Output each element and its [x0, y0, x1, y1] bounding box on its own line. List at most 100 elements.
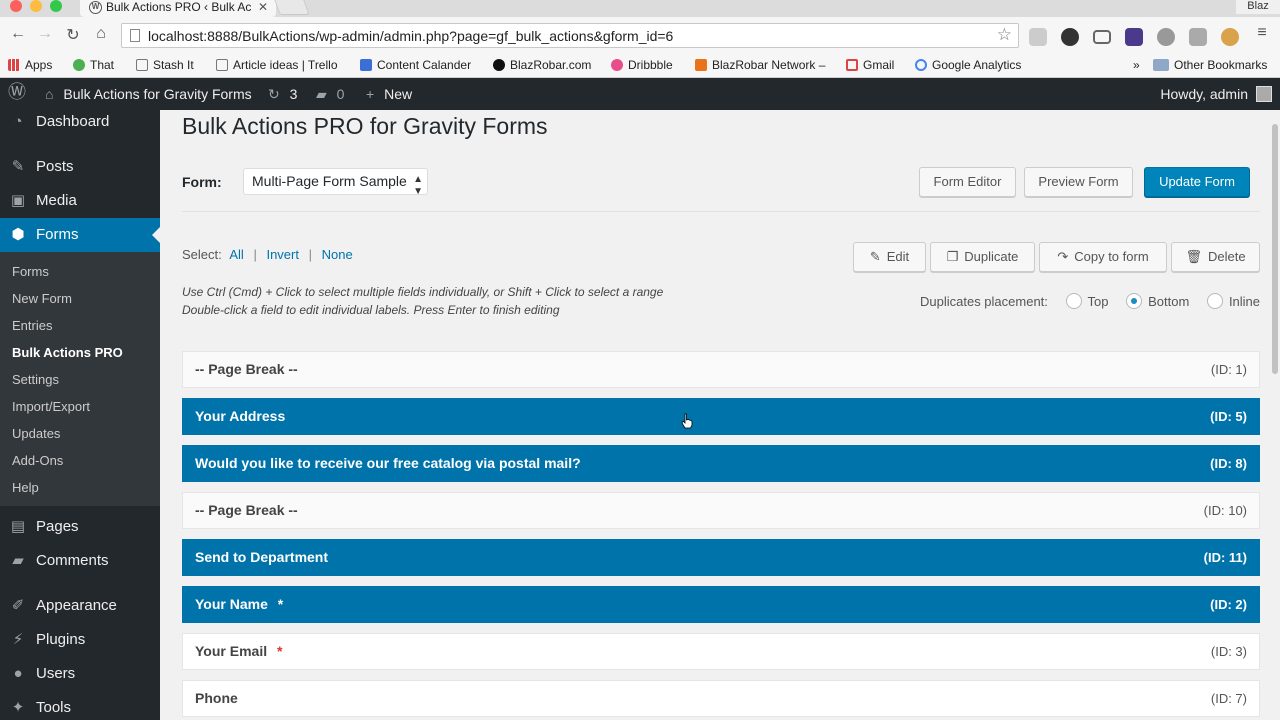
submenu-updates[interactable]: Updates — [12, 425, 60, 443]
extension-instapaper-icon[interactable] — [1029, 28, 1047, 46]
pushpin-icon: ✎ — [11, 158, 25, 175]
user-icon: ● — [13, 665, 23, 682]
extension-purple-icon[interactable] — [1125, 28, 1143, 46]
calendar-icon — [360, 59, 372, 71]
bookmark-other[interactable]: Other Bookmarks — [1153, 57, 1267, 73]
page-title: Bulk Actions PRO for Gravity Forms — [182, 113, 548, 139]
new-content-link[interactable]: + New — [366, 86, 412, 102]
folder-icon — [1153, 59, 1169, 71]
field-row-id-11[interactable]: Send to Department (ID: 11) — [182, 539, 1260, 576]
reload-icon[interactable]: ↻ — [63, 25, 83, 45]
menu-posts[interactable]: ✎ Posts — [0, 150, 160, 184]
minimize-window-icon[interactable] — [30, 0, 42, 12]
extension-bulb-icon[interactable] — [1157, 28, 1175, 46]
avatar[interactable] — [1256, 86, 1272, 102]
google-icon — [915, 59, 927, 71]
submenu-new-form[interactable]: New Form — [12, 290, 72, 308]
submenu-help[interactable]: Help — [12, 479, 39, 497]
chrome-menu-icon[interactable]: ≡ — [1252, 24, 1272, 42]
menu-forms[interactable]: ⬢ Forms — [0, 218, 160, 252]
address-bar[interactable]: localhost:8888/BulkActions/wp-admin/admi… — [121, 23, 1019, 48]
bookmark-gmail[interactable]: Gmail — [846, 57, 894, 73]
site-name-link[interactable]: ⌂ Bulk Actions for Gravity Forms — [45, 86, 252, 102]
bookmark-star-icon[interactable]: ☆ — [997, 25, 1012, 45]
howdy-account-link[interactable]: Howdy, admin — [1160, 86, 1248, 102]
leaf-icon — [73, 59, 85, 71]
google-drive-icon[interactable] — [1189, 28, 1207, 46]
placement-top-radio[interactable] — [1065, 293, 1082, 309]
edit-button[interactable]: ✎ Edit — [853, 242, 926, 272]
bookmark-content-calander[interactable]: Content Calander — [360, 57, 471, 73]
bookmark-trello[interactable]: Article ideas | Trello — [216, 57, 338, 73]
close-window-icon[interactable] — [10, 0, 22, 12]
field-row-id-2[interactable]: Your Name * (ID: 2) — [182, 586, 1260, 623]
copy-to-form-button[interactable]: ↷ Copy to form — [1039, 242, 1167, 272]
submenu-bulk-actions-pro[interactable]: Bulk Actions PRO — [12, 344, 123, 362]
duplicate-button[interactable]: ❐ Duplicate — [930, 242, 1035, 272]
bookmark-blazrobar-network[interactable]: BlazRobar Network – — [695, 57, 825, 73]
back-arrow-icon[interactable]: ← — [8, 25, 28, 43]
wordpress-logo-icon[interactable]: Ⓦ — [8, 83, 26, 101]
field-row-id-7[interactable]: Phone (ID: 7) — [182, 680, 1260, 717]
menu-dashboard[interactable]: ◔ Dashboard — [0, 105, 160, 139]
form-editor-button[interactable]: Form Editor — [919, 167, 1016, 197]
field-row-id-5[interactable]: Your Address (ID: 5) — [182, 398, 1260, 435]
menu-media[interactable]: ▣ Media — [0, 184, 160, 218]
update-form-button[interactable]: Update Form — [1144, 167, 1250, 197]
bookmark-google-analytics[interactable]: Google Analytics — [915, 57, 1021, 73]
field-row-id-3[interactable]: Your Email * (ID: 3) — [182, 633, 1260, 670]
submenu-add-ons[interactable]: Add-Ons — [12, 452, 63, 470]
menu-users[interactable]: ● Users — [0, 657, 160, 691]
placement-inline-radio[interactable] — [1206, 293, 1223, 309]
field-row-id-1[interactable]: -- Page Break -- (ID: 1) — [182, 351, 1260, 388]
home-icon[interactable]: ⌂ — [91, 25, 111, 43]
menu-pages[interactable]: ▤ Pages — [0, 510, 160, 544]
bookmark-that[interactable]: That — [73, 57, 114, 73]
bookmark-blazrobar[interactable]: BlazRobar.com — [493, 57, 591, 73]
bookmark-dribbble[interactable]: Dribbble — [611, 57, 673, 73]
form-select[interactable]: Multi-Page Form Sample ▲ ▼ — [243, 168, 428, 197]
submenu-settings[interactable]: Settings — [12, 371, 59, 389]
bookmark-stash-it[interactable]: Stash It — [136, 57, 194, 73]
menu-comments[interactable]: ▰ Comments — [0, 544, 160, 578]
select-controls: Select: All | Invert | None — [182, 247, 353, 262]
scrollbar-thumb[interactable] — [1272, 124, 1278, 374]
apps-grid-icon — [8, 59, 20, 71]
field-row-id-8[interactable]: Would you like to receive our free catal… — [182, 445, 1260, 482]
page-scrollbar[interactable] — [1270, 110, 1280, 720]
new-tab-button[interactable] — [274, 0, 310, 15]
submenu-entries[interactable]: Entries — [12, 317, 52, 335]
profile-button[interactable]: Blaz — [1236, 0, 1280, 14]
plus-icon: + — [366, 86, 375, 102]
submenu-forms[interactable]: Forms — [12, 263, 49, 281]
pencil-icon: ✎ — [869, 249, 881, 264]
extension-avatar-icon[interactable] — [1221, 28, 1239, 46]
dribbble-icon — [611, 59, 623, 71]
menu-plugins[interactable]: ⚡ Plugins — [0, 623, 160, 657]
bookmark-apps[interactable]: Apps — [8, 57, 52, 73]
maximize-window-icon[interactable] — [50, 0, 62, 12]
forward-arrow-icon[interactable]: → — [35, 25, 55, 43]
field-row-id-10[interactable]: -- Page Break -- (ID: 10) — [182, 492, 1260, 529]
preview-form-button[interactable]: Preview Form — [1024, 167, 1133, 197]
help-text: Use Ctrl (Cmd) + Click to select multipl… — [182, 285, 664, 317]
close-tab-icon[interactable]: ✕ — [258, 0, 268, 15]
updates-link[interactable]: ↻ 3 — [268, 86, 297, 102]
required-mark: * — [277, 596, 284, 612]
select-invert-link[interactable]: Invert — [266, 247, 299, 262]
wp-admin-bar: Ⓦ ⌂ Bulk Actions for Gravity Forms ↻ 3 ▰… — [0, 78, 1280, 110]
page-icon — [130, 29, 140, 42]
cast-icon[interactable] — [1093, 30, 1111, 44]
menu-tools[interactable]: ✦ Tools — [0, 691, 160, 720]
submenu-import-export[interactable]: Import/Export — [12, 398, 90, 416]
select-none-link[interactable]: None — [322, 247, 353, 262]
extension-camera-icon[interactable] — [1061, 28, 1079, 46]
comments-link[interactable]: ▰ 0 — [316, 86, 344, 102]
menu-appearance[interactable]: ✐ Appearance — [0, 589, 160, 623]
browser-tab-active[interactable]: W Bulk Actions PRO ‹ Bulk Ac ✕ — [80, 0, 276, 17]
bookmarks-overflow-icon[interactable]: » — [1133, 57, 1140, 73]
delete-button[interactable]: 🗑 Delete — [1171, 242, 1260, 272]
network-logo-icon — [695, 59, 707, 71]
select-all-link[interactable]: All — [229, 247, 243, 262]
placement-bottom-radio[interactable] — [1126, 293, 1143, 309]
